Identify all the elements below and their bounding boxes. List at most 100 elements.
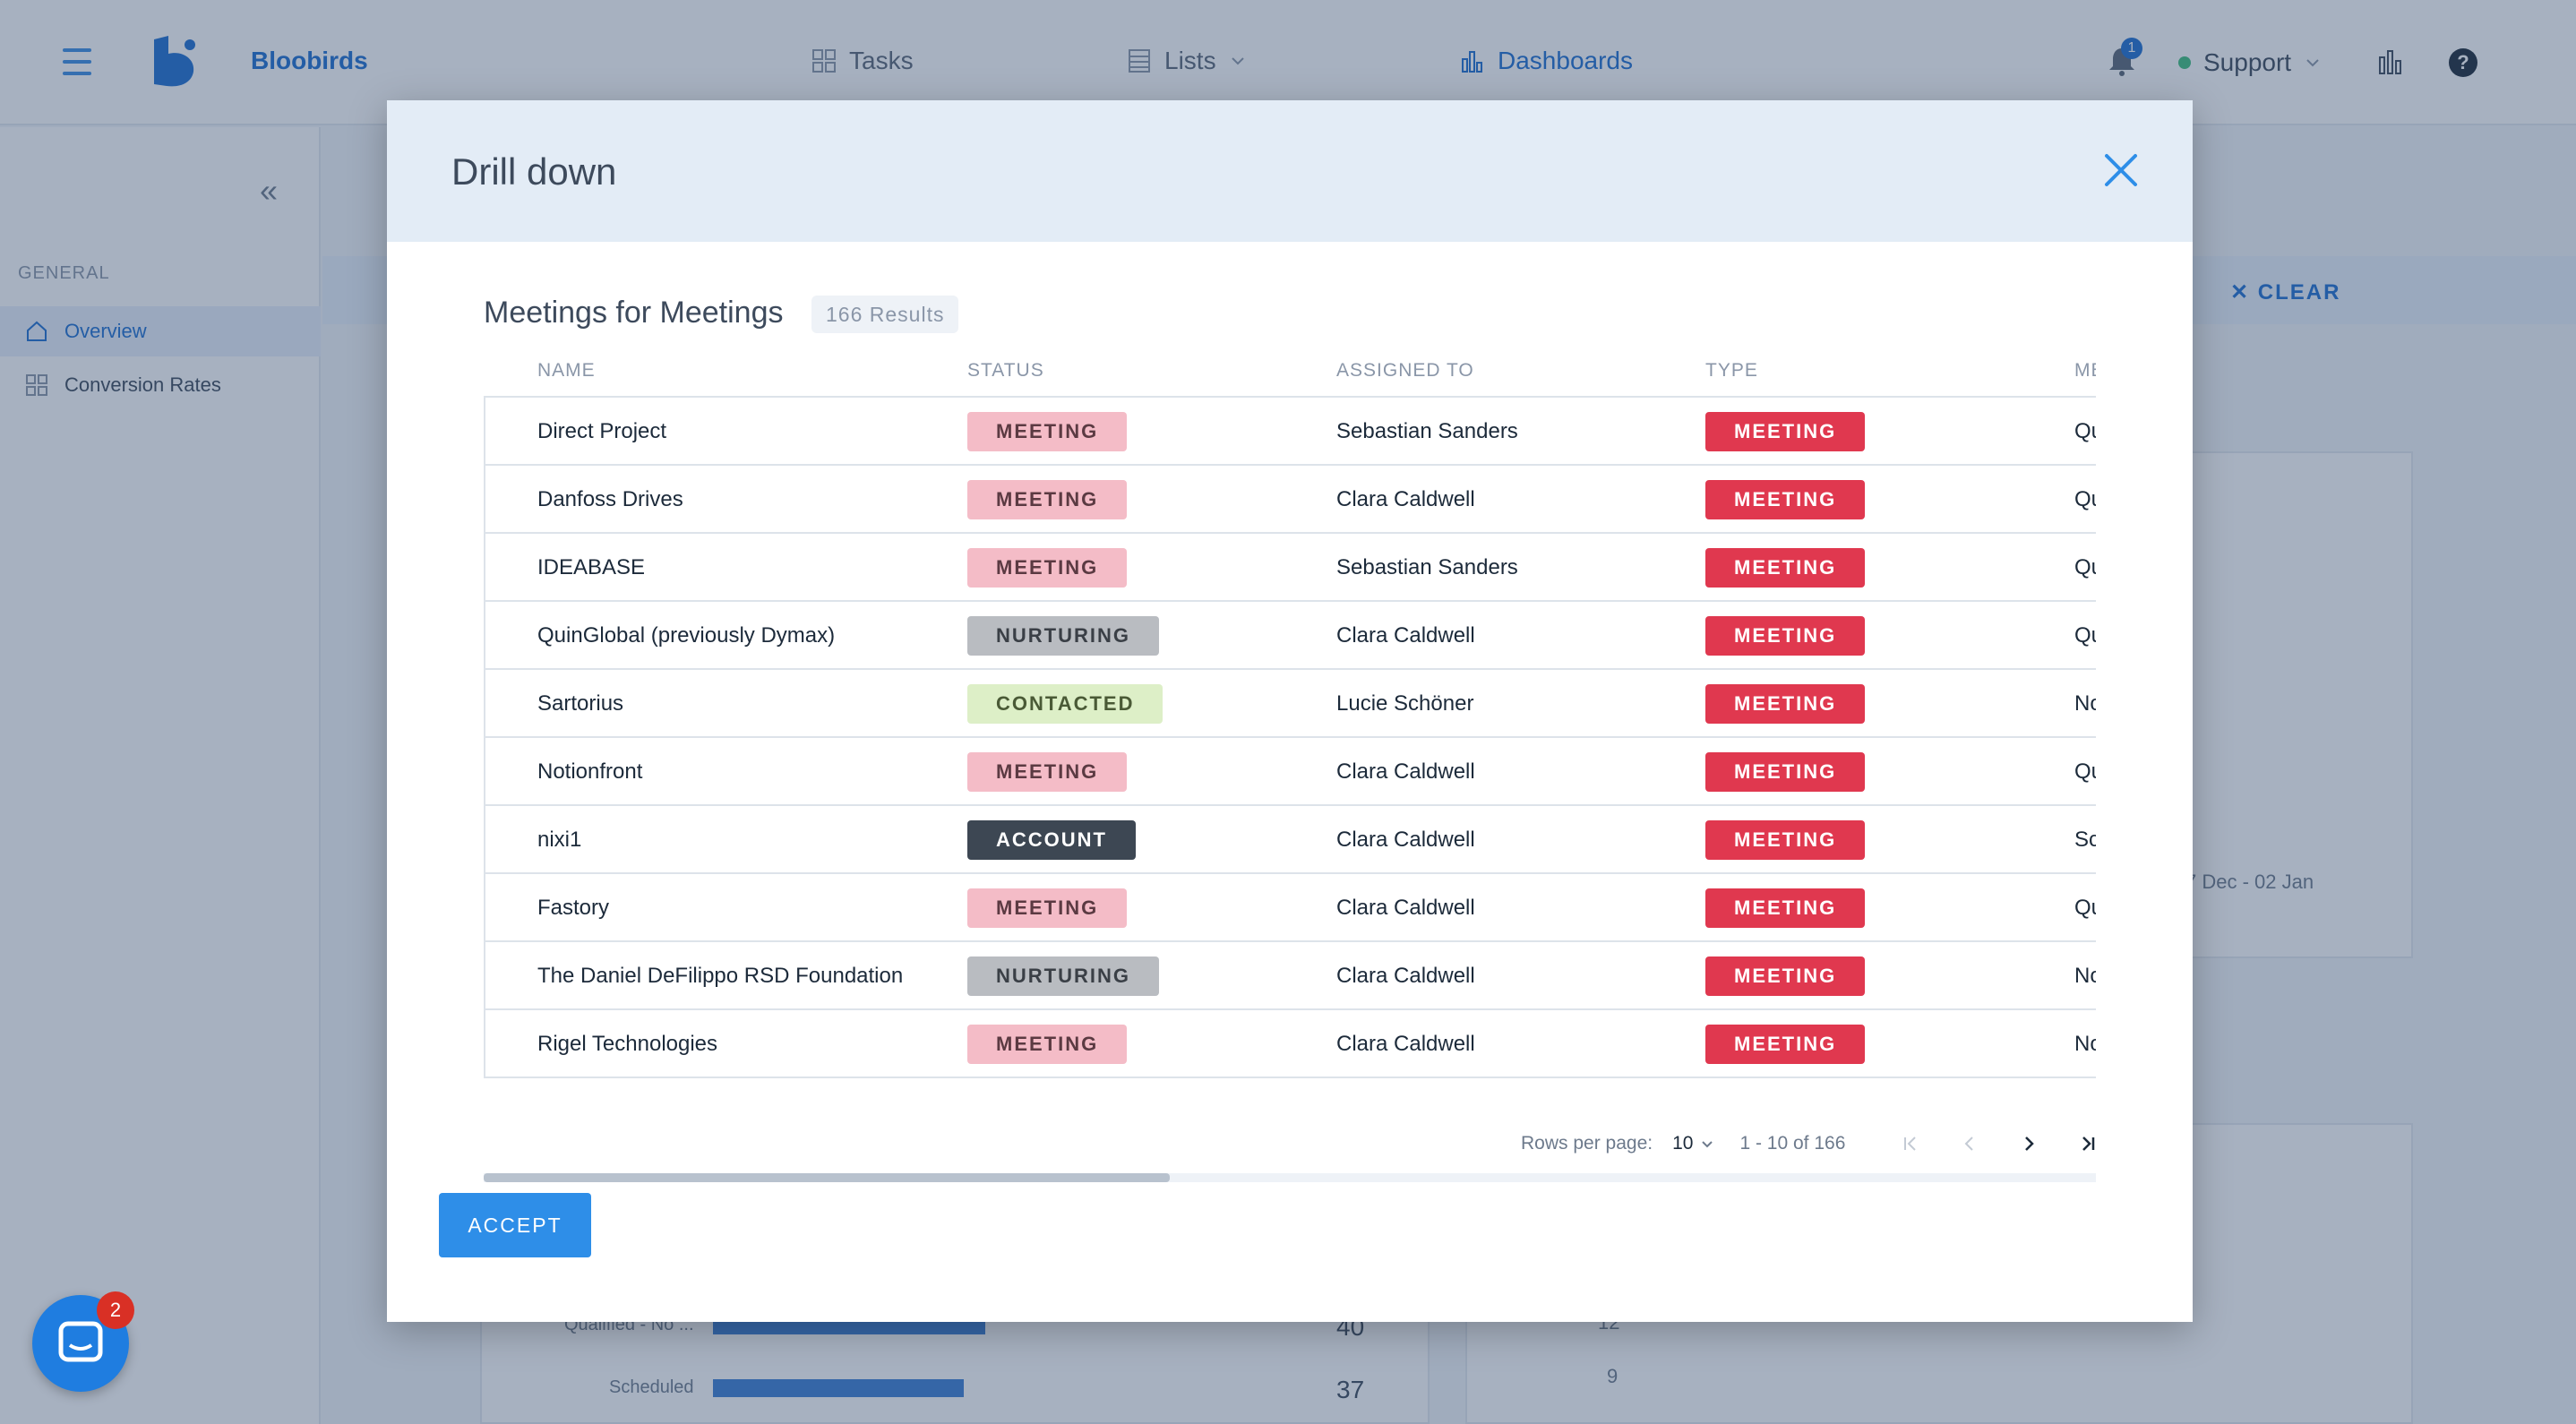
cell-status: MEETING <box>967 1010 1128 1078</box>
cell-name: The Daniel DeFilippo RSD Foundation <box>537 942 903 1010</box>
table-row[interactable]: QuinGlobal (previously Dymax) NURTURING Cl… <box>485 602 2096 670</box>
assignee-name: Clara Caldwell <box>1336 896 1475 920</box>
cell-truncated: Qu <box>2074 602 2096 670</box>
assignee-name: Sebastian Sanders <box>1336 555 1518 579</box>
previous-page-button[interactable] <box>1953 1128 1986 1160</box>
truncated-value: Sc <box>2074 828 2096 852</box>
rows-per-page-select[interactable]: 10 <box>1672 1133 1714 1154</box>
drill-down-modal: Drill down Meetings for Meetings 166 Res… <box>387 100 2193 1322</box>
cell-truncated: No <box>2074 942 2096 1010</box>
first-page-button[interactable] <box>1894 1128 1927 1160</box>
truncated-value: Qu <box>2074 555 2096 579</box>
company-name: nixi1 <box>537 828 582 852</box>
cell-name: nixi1 <box>537 806 581 874</box>
cell-assigned-to: Clara Caldwell <box>1336 738 1475 806</box>
accept-button[interactable]: ACCEPT <box>439 1193 591 1257</box>
cell-status: MEETING <box>967 534 1128 602</box>
company-name: Sartorius <box>537 691 624 716</box>
cell-type: MEETING <box>1705 806 1866 874</box>
column-header-status[interactable]: STATUS <box>967 360 1044 382</box>
cell-assigned-to: Clara Caldwell <box>1336 806 1475 874</box>
chevron-right-icon <box>2025 1137 2035 1151</box>
chevron-left-icon <box>1964 1137 1974 1151</box>
cell-assigned-to: Clara Caldwell <box>1336 874 1475 942</box>
cell-assigned-to: Sebastian Sanders <box>1336 534 1518 602</box>
truncated-value: No <box>2074 691 2096 716</box>
cell-name: Sartorius <box>537 670 623 738</box>
cell-assigned-to: Lucie Schöner <box>1336 670 1473 738</box>
cell-type: MEETING <box>1705 942 1866 1010</box>
cell-status: NURTURING <box>967 602 1159 670</box>
cell-assigned-to: Clara Caldwell <box>1336 1010 1475 1078</box>
status-badge: MEETING <box>967 752 1128 792</box>
table-row[interactable]: Direct Project MEETING Sebastian Sanders ME… <box>485 398 2096 466</box>
assignee-name: Clara Caldwell <box>1336 964 1475 988</box>
column-header-assigned-to[interactable]: ASSIGNED TO <box>1336 360 1474 382</box>
chat-unread-badge: 2 <box>97 1291 134 1329</box>
table-row[interactable]: The Daniel DeFilippo RSD Foundation NURTU… <box>485 942 2096 1010</box>
table-row[interactable]: Fastory MEETING Clara Caldwell MEETING Qu <box>485 874 2096 942</box>
results-count-badge: 166 Results <box>811 296 959 333</box>
company-name: Notionfront <box>537 759 643 784</box>
next-page-button[interactable] <box>2013 1128 2045 1160</box>
truncated-value: Qu <box>2074 419 2096 443</box>
status-badge: MEETING <box>967 548 1128 588</box>
status-badge: MEETING <box>967 888 1128 928</box>
status-badge: MEETING <box>967 1025 1128 1064</box>
cell-name: Rigel Technologies <box>537 1010 717 1078</box>
status-badge: ACCOUNT <box>967 820 1136 860</box>
cell-type: MEETING <box>1705 466 1866 534</box>
table-row[interactable]: IDEABASE MEETING Sebastian Sanders MEETING Q… <box>485 534 2096 602</box>
cell-type: MEETING <box>1705 534 1866 602</box>
status-badge: MEETING <box>967 480 1128 519</box>
cell-status: MEETING <box>967 738 1128 806</box>
table-row[interactable]: Notionfront MEETING Clara Caldwell MEETING Q… <box>485 738 2096 806</box>
type-badge: MEETING <box>1705 548 1866 588</box>
table-row[interactable]: Danfoss Drives MEETING Clara Caldwell MEETI… <box>485 466 2096 534</box>
type-badge: MEETING <box>1705 820 1866 860</box>
table-body: Direct Project MEETING Sebastian Sanders ME… <box>484 396 2096 1078</box>
cell-status: CONTACTED <box>967 670 1163 738</box>
truncated-value: No <box>2074 1032 2096 1056</box>
column-header-name[interactable]: NAME <box>537 360 596 382</box>
rows-per-page-label: Rows per page: <box>1521 1133 1653 1154</box>
cell-type: MEETING <box>1705 738 1866 806</box>
type-badge: MEETING <box>1705 616 1866 656</box>
cell-name: Direct Project <box>537 398 666 466</box>
company-name: Danfoss Drives <box>537 487 683 511</box>
cell-name: QuinGlobal (previously Dymax) <box>537 602 835 670</box>
company-name: Rigel Technologies <box>537 1032 718 1056</box>
cell-assigned-to: Clara Caldwell <box>1336 942 1475 1010</box>
table-row[interactable]: nixi1 ACCOUNT Clara Caldwell MEETING Sc <box>485 806 2096 874</box>
company-name: IDEABASE <box>537 555 646 579</box>
cell-truncated: Qu <box>2074 398 2096 466</box>
cell-status: MEETING <box>967 466 1128 534</box>
assignee-name: Clara Caldwell <box>1336 759 1475 784</box>
horizontal-scrollbar-thumb[interactable] <box>484 1173 1170 1182</box>
cell-name: Fastory <box>537 874 609 942</box>
close-icon[interactable] <box>2099 149 2142 192</box>
cell-assigned-to: Clara Caldwell <box>1336 466 1475 534</box>
cell-type: MEETING <box>1705 602 1866 670</box>
cell-status: ACCOUNT <box>967 806 1136 874</box>
company-name: Direct Project <box>537 419 667 443</box>
truncated-value: No <box>2074 964 2096 988</box>
type-badge: MEETING <box>1705 752 1866 792</box>
table-row[interactable]: Rigel Technologies MEETING Clara Caldwell M… <box>485 1010 2096 1078</box>
status-badge: NURTURING <box>967 956 1159 996</box>
type-badge: MEETING <box>1705 888 1866 928</box>
truncated-value: Qu <box>2074 623 2096 648</box>
first-page-icon <box>1904 1137 1917 1151</box>
assignee-name: Clara Caldwell <box>1336 1032 1475 1056</box>
page-range-label: 1 - 10 of 166 <box>1739 1133 1846 1154</box>
last-page-button[interactable] <box>2072 1128 2104 1160</box>
cell-assigned-to: Sebastian Sanders <box>1336 398 1518 466</box>
column-header-truncated[interactable]: ME <box>2074 360 2096 382</box>
pagination: Rows per page: 10 1 - 10 of 166 <box>1521 1121 2117 1166</box>
column-header-type[interactable]: TYPE <box>1705 360 1758 382</box>
status-badge: CONTACTED <box>967 684 1163 724</box>
table-row[interactable]: Sartorius CONTACTED Lucie Schöner MEETING No <box>485 670 2096 738</box>
cell-status: MEETING <box>967 874 1128 942</box>
cell-assigned-to: Clara Caldwell <box>1336 602 1475 670</box>
cell-type: MEETING <box>1705 398 1866 466</box>
